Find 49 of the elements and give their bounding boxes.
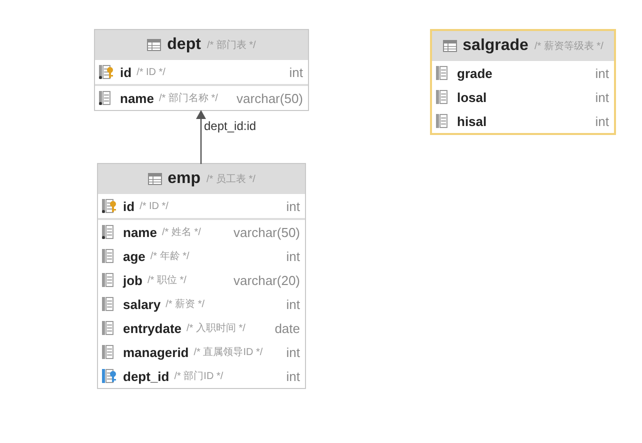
column-type: int	[286, 198, 300, 214]
column-comment: /* ID */	[140, 200, 168, 212]
column-name: id	[120, 64, 132, 80]
column-type: int	[595, 114, 609, 128]
column-comment: /* 入职时间 */	[186, 322, 246, 335]
column-name: salary	[123, 296, 161, 312]
column-comment: /* 部门名称 */	[158, 92, 218, 105]
column-name: name	[120, 90, 154, 106]
column-comment: /* 姓名 */	[162, 226, 201, 239]
column-comment: /* 职位 */	[148, 274, 186, 287]
column-type: int	[289, 64, 303, 80]
column-type: varchar(50)	[234, 224, 300, 240]
column-type: date	[274, 320, 300, 336]
column-name: name	[123, 224, 157, 240]
column-name: hisal	[457, 114, 487, 128]
column-comment: /* 直属领导ID */	[194, 346, 263, 359]
column-name: entrydate	[123, 320, 182, 336]
table-comment: /* 薪资等级表 */	[534, 40, 604, 53]
column-name: losal	[457, 90, 487, 104]
table-node[interactable]: dept /* 部门表 */ id /* ID */ int name /* 部门名称 */ varchar(50)	[94, 29, 309, 111]
column-type: varchar(20)	[234, 272, 300, 288]
column-type: int	[286, 368, 300, 384]
column-type: int	[286, 248, 300, 264]
column-name: managerid	[123, 344, 189, 360]
column-name: dept_id	[123, 368, 170, 384]
column-name: id	[123, 198, 135, 214]
table-comment: /* 部门表 */	[206, 38, 256, 52]
table-node[interactable]: emp /* 员工表 */ id /* ID */ int name /* 姓名 */ varchar(50) age /* 年龄 */ int job /* 职位 */ varchar(20) salary /* 薪资 */ int entrydate /* 入职时间 */ date managerid /* 直属领导ID */ int dept_id /* 部门ID */ int	[97, 163, 306, 389]
column-type: int	[595, 90, 609, 104]
column-type: int	[286, 296, 300, 312]
table-icon	[147, 39, 162, 51]
column-name: grade	[457, 66, 492, 80]
table-name: emp	[168, 170, 200, 188]
table-comment: /* 员工表 */	[206, 172, 256, 186]
column-comment: /* 部门ID */	[174, 370, 224, 383]
table-node[interactable]: salgrade /* 薪资等级表 */ grade int losal int hisal int	[430, 29, 616, 135]
table-icon	[148, 173, 162, 185]
column-name: age	[123, 248, 146, 264]
column-name: job	[123, 272, 142, 288]
column-type: int	[595, 66, 609, 80]
column-type: int	[286, 344, 300, 360]
column-comment: /* 薪资 */	[166, 298, 204, 311]
table-icon	[442, 40, 457, 52]
column-comment: /* ID */	[136, 66, 166, 78]
table-name: salgrade	[462, 37, 528, 55]
column-comment: /* 年龄 */	[150, 250, 190, 263]
relation-label: dept_id:id	[204, 119, 256, 133]
column-type: varchar(50)	[236, 90, 303, 106]
table-name: dept	[167, 36, 201, 54]
